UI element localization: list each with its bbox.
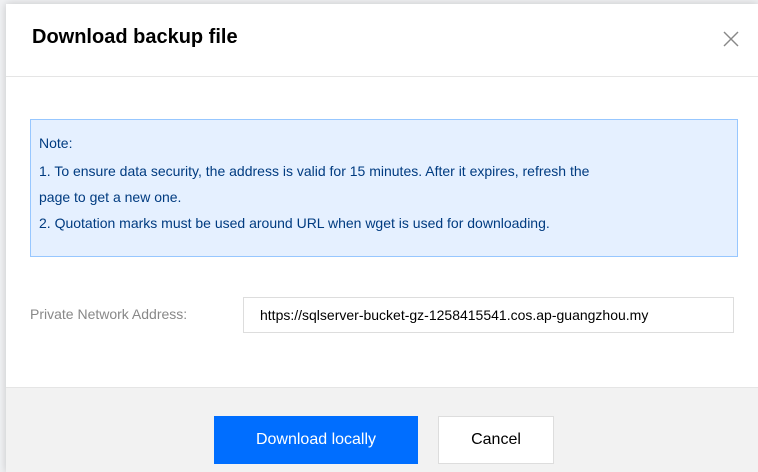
note-heading: Note: (39, 135, 73, 151)
dialog-title: Download backup file (32, 26, 238, 48)
dialog-header: Download backup file (6, 4, 758, 77)
cancel-button[interactable]: Cancel (438, 416, 554, 464)
note-line-2: page to get a new one. (39, 189, 182, 205)
private-network-address-input[interactable] (243, 297, 734, 333)
note-line-3: 2. Quotation marks must be used around U… (39, 215, 550, 231)
note-line-1: 1. To ensure data security, the address … (39, 163, 590, 179)
download-locally-button[interactable]: Download locally (214, 416, 418, 464)
download-backup-dialog: Download backup file Note: 1. To ensure … (6, 4, 758, 472)
close-icon (723, 31, 739, 47)
dialog-footer: Download locally Cancel (6, 387, 758, 472)
close-button[interactable] (722, 30, 740, 48)
private-network-address-label: Private Network Address: (30, 306, 188, 322)
note-box: Note: 1. To ensure data security, the ad… (30, 119, 738, 257)
